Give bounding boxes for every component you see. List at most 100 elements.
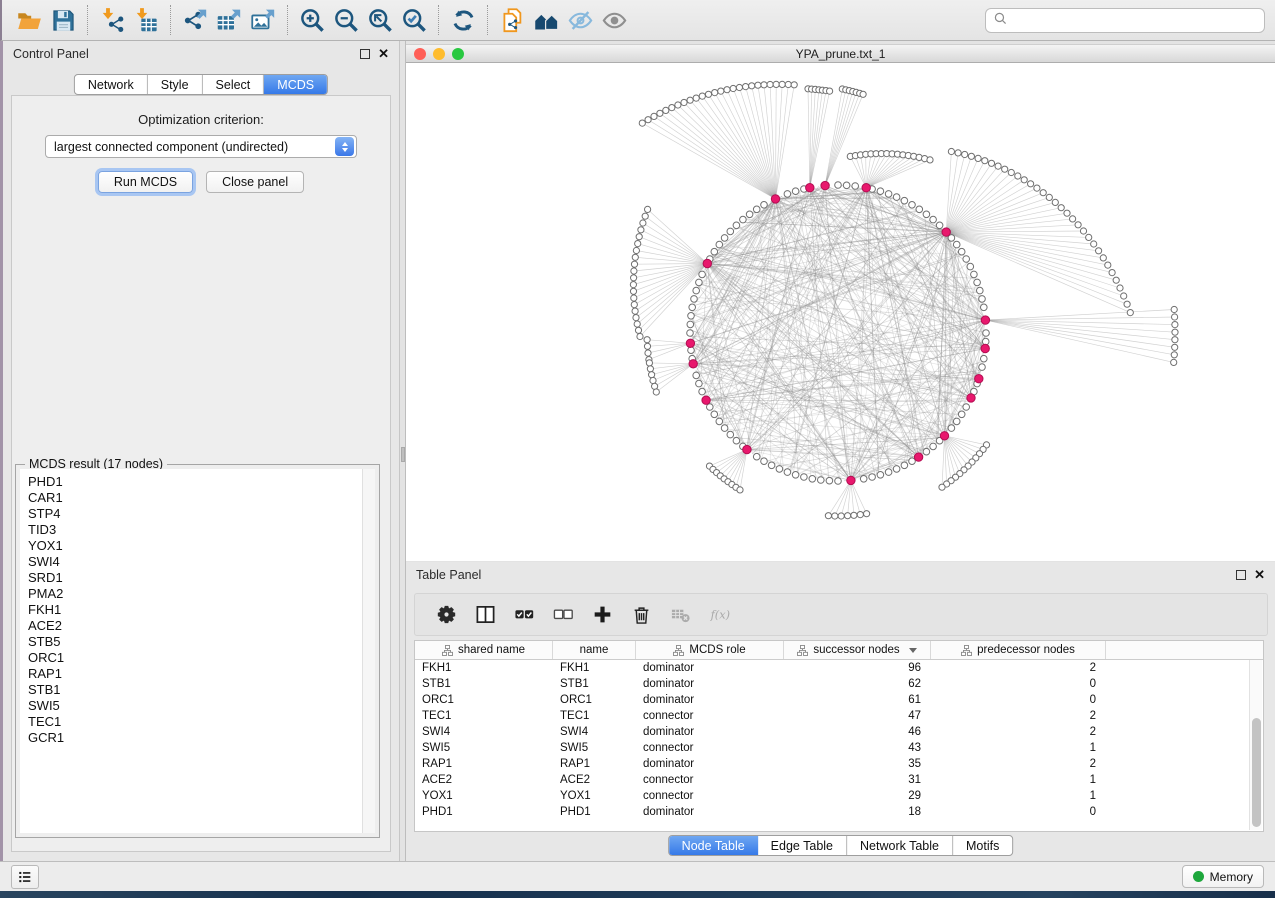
zoom-window-icon[interactable]: [452, 48, 464, 60]
show-panels-menu-button[interactable]: [11, 865, 39, 889]
mcds-result-scrollbar[interactable]: [362, 469, 375, 833]
table-row[interactable]: SWI4SWI4dominator462: [415, 724, 1249, 740]
table-row[interactable]: SWI5SWI5connector431: [415, 740, 1249, 756]
import-network-button[interactable]: [95, 4, 129, 36]
refresh-button[interactable]: [446, 4, 480, 36]
export-network-button[interactable]: [178, 4, 212, 36]
mcds-result-item[interactable]: SWI5: [28, 698, 375, 714]
cell-successor-nodes: 35: [784, 758, 931, 770]
run-mcds-button[interactable]: Run MCDS: [98, 171, 193, 193]
tab-edge-table[interactable]: Edge Table: [758, 836, 847, 855]
status-bar: Memory: [0, 861, 1275, 891]
tab-motifs[interactable]: Motifs: [953, 836, 1012, 855]
table-row[interactable]: TEC1TEC1connector472: [415, 708, 1249, 724]
mcds-result-item[interactable]: TID3: [28, 522, 375, 538]
open-session-button[interactable]: [12, 4, 46, 36]
panel-divider[interactable]: [399, 41, 406, 861]
deselect-all-button[interactable]: [548, 600, 578, 630]
memory-button[interactable]: Memory: [1182, 865, 1264, 888]
close-panel-icon[interactable]: ✕: [378, 49, 389, 59]
mcds-result-item[interactable]: FKH1: [28, 602, 375, 618]
zoom-out-button[interactable]: [329, 4, 363, 36]
clone-network-button[interactable]: [495, 4, 529, 36]
mcds-result-item[interactable]: STB1: [28, 682, 375, 698]
mcds-result-item[interactable]: STB5: [28, 634, 375, 650]
toolbar-separator: [287, 5, 288, 35]
tab-style[interactable]: Style: [148, 75, 203, 94]
mcds-result-item[interactable]: PHD1: [28, 474, 375, 490]
toolbar-separator: [87, 5, 88, 35]
save-session-button[interactable]: [46, 4, 80, 36]
table-row[interactable]: FKH1FKH1dominator962: [415, 660, 1249, 676]
table-row[interactable]: STB1STB1dominator620: [415, 676, 1249, 692]
delete-columns-button[interactable]: [626, 600, 656, 630]
mcds-result-item[interactable]: YOX1: [28, 538, 375, 554]
tab-mcds[interactable]: MCDS: [264, 75, 327, 94]
close-window-icon[interactable]: [414, 48, 426, 60]
table-panel-tabbar: Node TableEdge TableNetwork TableMotifs: [668, 835, 1014, 856]
table-toolbar: f(x): [414, 593, 1268, 636]
table-row[interactable]: ORC1ORC1dominator610: [415, 692, 1249, 708]
divider-grip[interactable]: [401, 447, 405, 462]
mcds-result-item[interactable]: SRD1: [28, 570, 375, 586]
zoom-selected-button[interactable]: [397, 4, 431, 36]
cell-MCDS-role: dominator: [636, 678, 784, 690]
search-field[interactable]: [985, 8, 1265, 33]
export-image-button[interactable]: [246, 4, 280, 36]
table-row[interactable]: ACE2ACE2connector311: [415, 772, 1249, 788]
cell-shared-name: ACE2: [415, 774, 553, 786]
column-header-name[interactable]: name: [553, 641, 636, 659]
column-header-MCDS-role[interactable]: MCDS role: [636, 641, 784, 659]
export-table-button[interactable]: [212, 4, 246, 36]
zoom-fit-button[interactable]: [363, 4, 397, 36]
table-scrollbar[interactable]: [1249, 660, 1262, 830]
close-panel-button[interactable]: Close panel: [206, 171, 304, 193]
hide-selected-button[interactable]: [563, 4, 597, 36]
mcds-result-item[interactable]: STP4: [28, 506, 375, 522]
show-columns-button[interactable]: [470, 600, 500, 630]
cell-successor-nodes: 47: [784, 710, 931, 722]
mcds-result-item[interactable]: PMA2: [28, 586, 375, 602]
network-canvas[interactable]: [406, 63, 1275, 561]
mcds-result-item[interactable]: ORC1: [28, 650, 375, 666]
show-all-button[interactable]: [597, 4, 631, 36]
table-scrollbar-thumb[interactable]: [1252, 718, 1261, 827]
tab-network[interactable]: Network: [75, 75, 148, 94]
cell-successor-nodes: 61: [784, 694, 931, 706]
minimize-window-icon[interactable]: [433, 48, 445, 60]
zoom-in-button[interactable]: [295, 4, 329, 36]
table-row[interactable]: PHD1PHD1dominator180: [415, 804, 1249, 820]
float-panel-icon[interactable]: [360, 49, 370, 59]
mcds-result-item[interactable]: RAP1: [28, 666, 375, 682]
mcds-result-list[interactable]: PHD1CAR1STP4TID3YOX1SWI4SRD1PMA2FKH1ACE2…: [20, 469, 375, 833]
float-table-panel-icon[interactable]: [1236, 570, 1246, 580]
mcds-result-item[interactable]: ACE2: [28, 618, 375, 634]
network-graph[interactable]: [406, 63, 1275, 561]
column-header-predecessor-nodes[interactable]: predecessor nodes: [931, 641, 1106, 659]
select-all-button[interactable]: [509, 600, 539, 630]
cell-name: YOX1: [553, 790, 636, 802]
search-input[interactable]: [1013, 13, 1257, 27]
import-table-button[interactable]: [129, 4, 163, 36]
mcds-result-item[interactable]: CAR1: [28, 490, 375, 506]
sort-desc-icon[interactable]: [909, 648, 917, 653]
mcds-result-item[interactable]: SWI4: [28, 554, 375, 570]
column-label: MCDS role: [689, 644, 745, 656]
table-row[interactable]: RAP1RAP1dominator352: [415, 756, 1249, 772]
mcds-result-item[interactable]: TEC1: [28, 714, 375, 730]
close-table-panel-icon[interactable]: ✕: [1254, 570, 1265, 580]
first-neighbors-button[interactable]: [529, 4, 563, 36]
tab-select[interactable]: Select: [203, 75, 265, 94]
criterion-select[interactable]: largest connected component (undirected): [45, 135, 357, 158]
table-mode-button[interactable]: [431, 600, 461, 630]
column-header-shared-name[interactable]: shared name: [415, 641, 553, 659]
tab-network-table[interactable]: Network Table: [847, 836, 953, 855]
cell-successor-nodes: 46: [784, 726, 931, 738]
table-row[interactable]: YOX1YOX1connector291: [415, 788, 1249, 804]
tab-node-table[interactable]: Node Table: [669, 836, 758, 855]
column-label: predecessor nodes: [977, 644, 1075, 656]
create-column-button[interactable]: [587, 600, 617, 630]
mcds-result-item[interactable]: GCR1: [28, 730, 375, 746]
column-header-successor-nodes[interactable]: successor nodes: [784, 641, 931, 659]
network-window-titlebar[interactable]: YPA_prune.txt_1: [406, 44, 1275, 63]
